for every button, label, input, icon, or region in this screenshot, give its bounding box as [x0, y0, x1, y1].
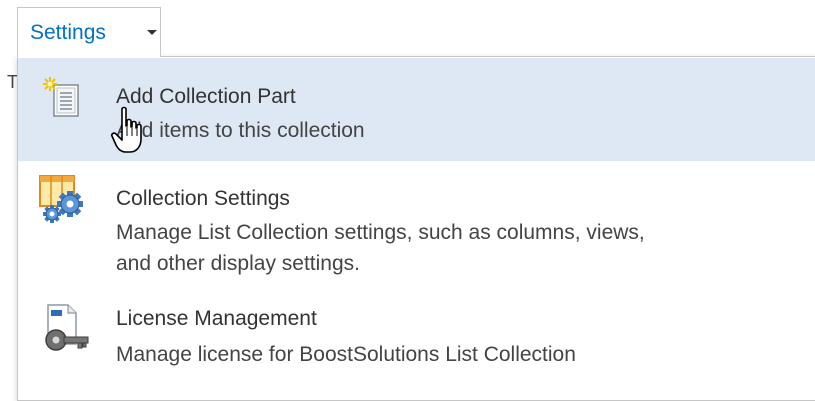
menu-item-description-line-2: and other display settings. — [116, 252, 360, 275]
hand-pointer-cursor-icon — [111, 106, 142, 153]
settings-menu-button[interactable]: Settings — [17, 7, 161, 57]
menu-item-description-line-1: Manage List Collection settings, such as… — [116, 221, 645, 244]
menu-item-description: Add items to this collection — [116, 119, 365, 142]
menu-item-title: Collection Settings — [116, 187, 290, 210]
collection-settings-gear-icon — [39, 175, 83, 223]
menu-item-title: License Management — [116, 307, 317, 330]
add-part-icon — [43, 77, 79, 117]
chevron-down-icon — [147, 30, 157, 35]
menu-item-license-management[interactable]: License Management Manage license for Bo… — [18, 287, 815, 387]
menu-item-description: Manage license for BoostSolutions List C… — [116, 343, 576, 366]
license-key-icon — [45, 304, 89, 351]
settings-button-label: Settings — [30, 21, 106, 44]
menu-item-collection-settings[interactable]: Collection Settings Manage List Collecti… — [18, 161, 815, 286]
